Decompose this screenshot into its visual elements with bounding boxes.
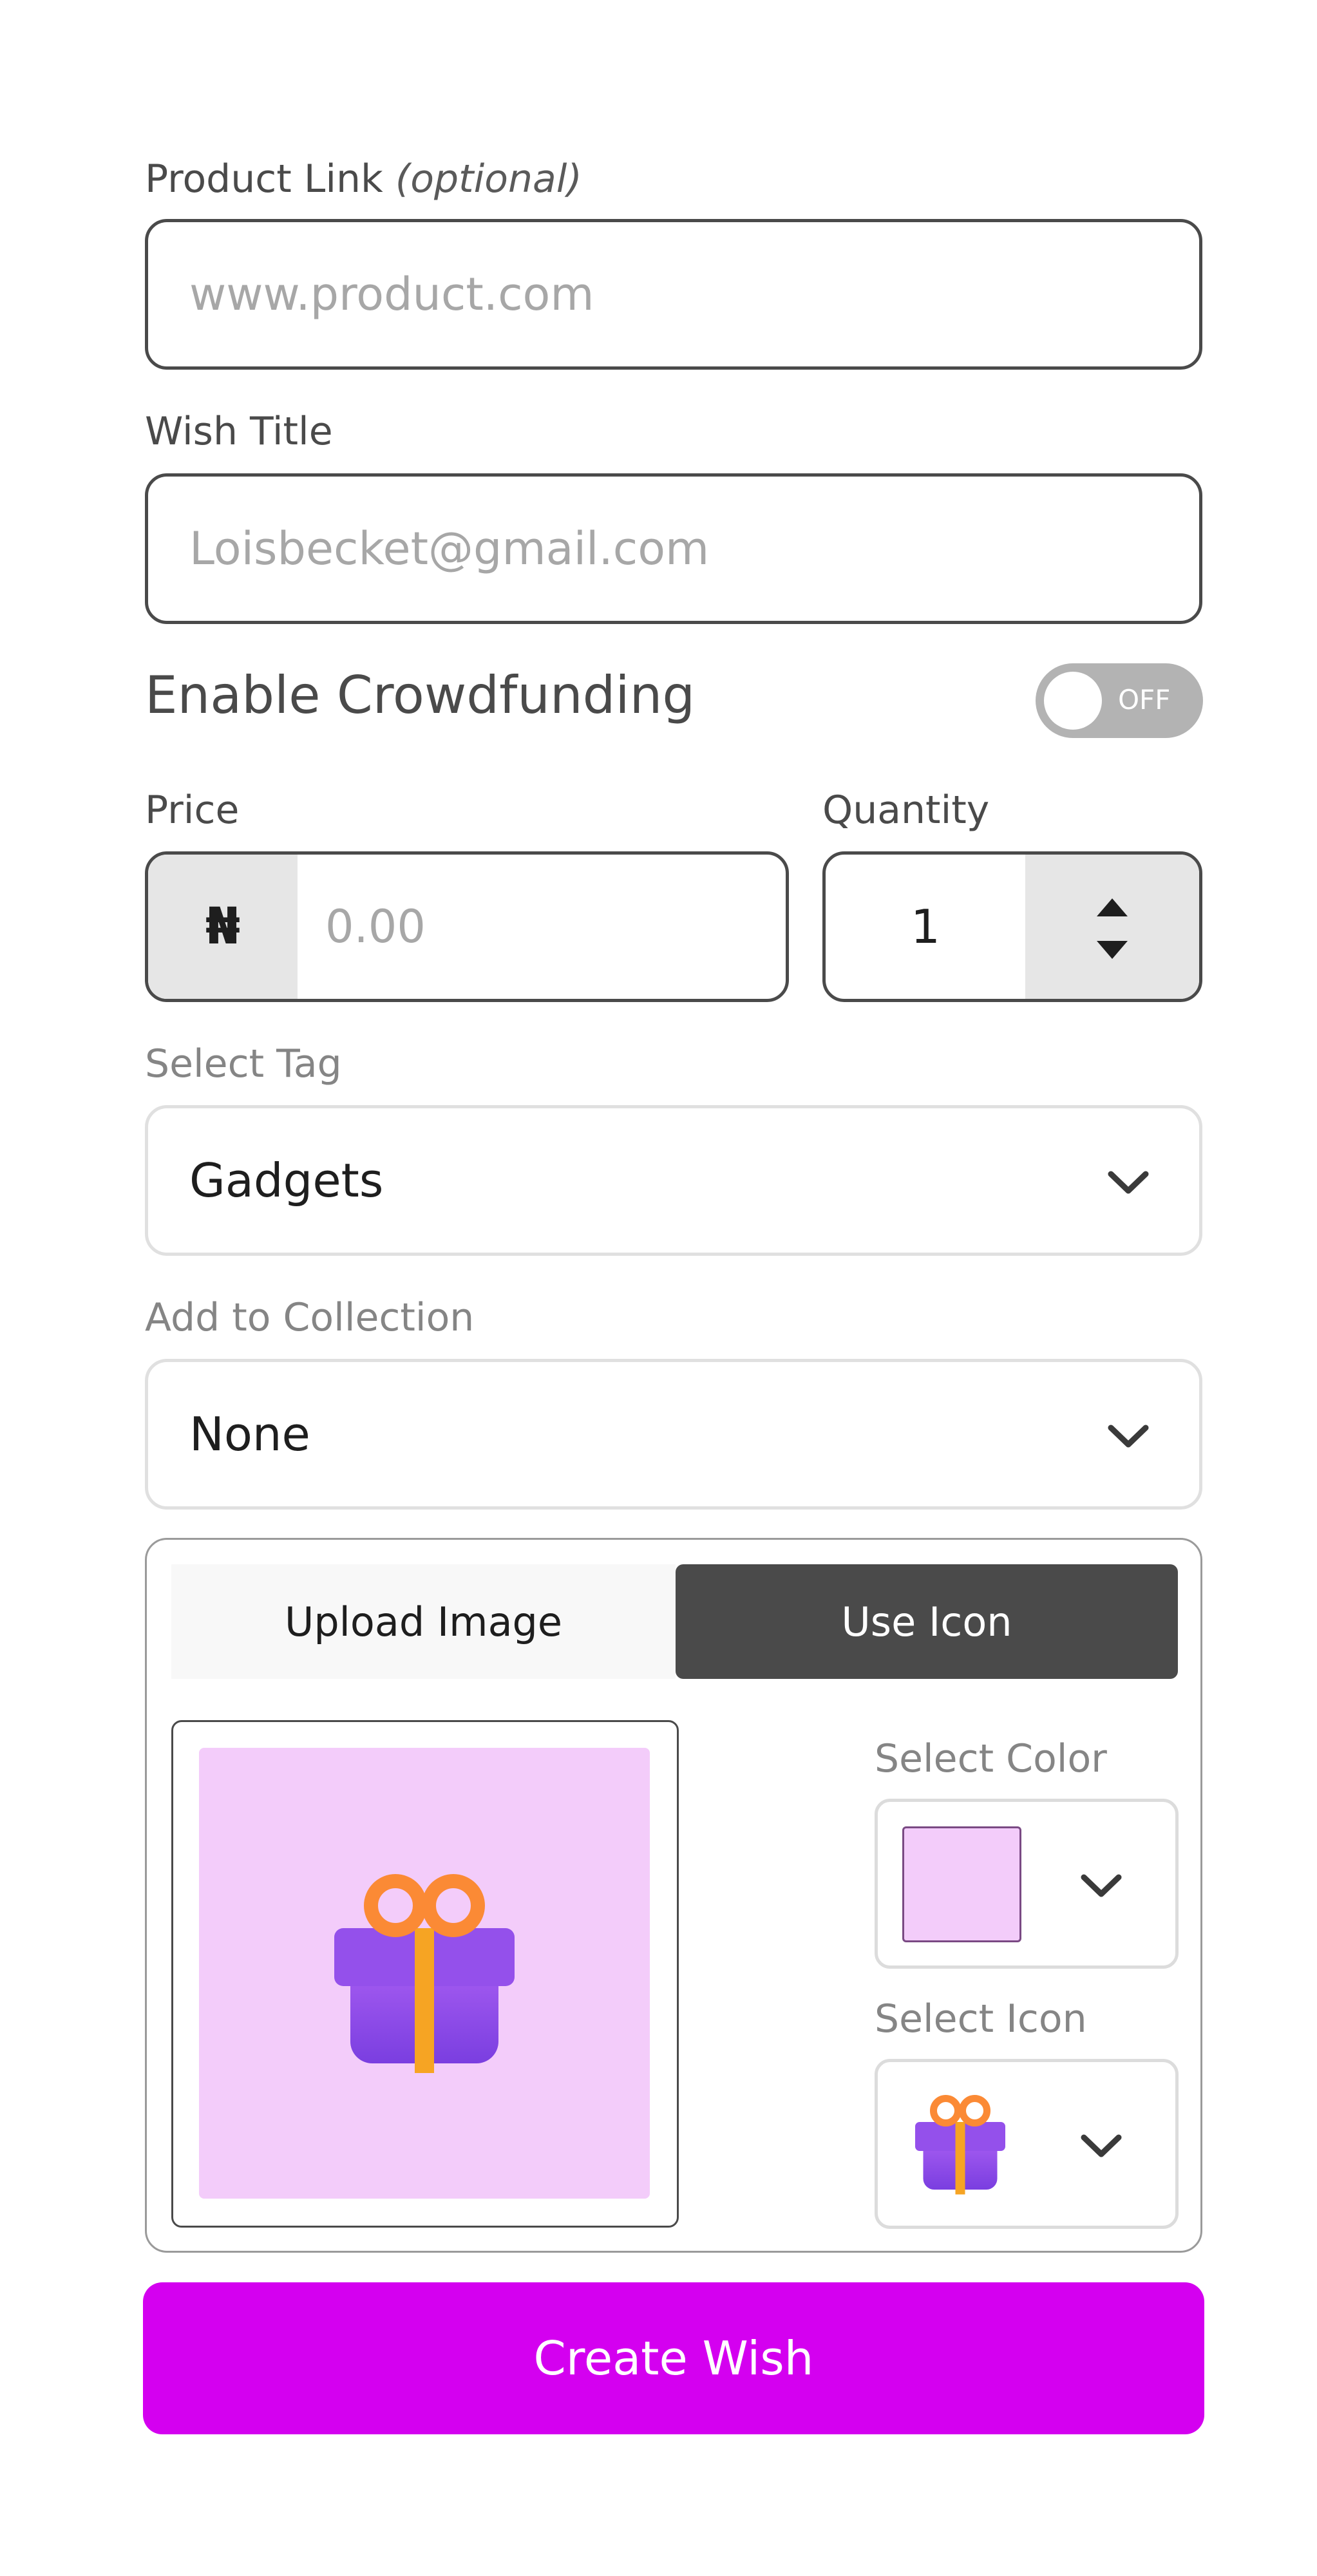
chevron-down-icon <box>1108 1425 1149 1448</box>
wish-title-label: Wish Title <box>145 409 333 454</box>
tag-select[interactable]: Gadgets <box>145 1105 1202 1256</box>
preview-background <box>199 1748 650 2199</box>
color-swatch <box>902 1826 1021 1942</box>
price-label: Price <box>145 788 240 833</box>
tab-use-icon[interactable]: Use Icon <box>676 1564 1178 1679</box>
product-link-input[interactable]: www.product.com <box>145 219 1202 370</box>
optional-note: (optional) <box>395 156 582 202</box>
decrement-icon[interactable] <box>1093 937 1132 963</box>
media-panel: Upload Image Use Icon Select Color Selec… <box>145 1538 1202 2253</box>
color-label: Select Color <box>875 1736 1107 1781</box>
price-input[interactable]: 0.00 <box>325 855 426 999</box>
chevron-down-icon <box>1108 1171 1149 1194</box>
chevron-down-icon <box>1081 1874 1122 1897</box>
crowdfunding-label: Enable Crowdfunding <box>145 665 696 725</box>
stepper-controls <box>1025 855 1199 999</box>
icon-select[interactable] <box>875 2059 1179 2229</box>
wish-title-placeholder: Loisbecket@gmail.com <box>189 522 710 575</box>
toggle-knob <box>1044 672 1102 730</box>
wish-title-input[interactable]: Loisbecket@gmail.com <box>145 473 1202 624</box>
collection-label: Add to Collection <box>145 1295 475 1340</box>
product-link-label-text: Product Link <box>145 156 383 202</box>
price-field[interactable]: ₦ 0.00 <box>145 851 789 1002</box>
color-select[interactable] <box>875 1799 1179 1969</box>
collection-selected-value: None <box>189 1407 310 1461</box>
quantity-label: Quantity <box>822 788 990 833</box>
chevron-down-icon <box>1081 2134 1122 2157</box>
create-wish-button[interactable]: Create Wish <box>143 2282 1204 2434</box>
icon-label: Select Icon <box>875 1996 1087 2041</box>
currency-symbol: ₦ <box>148 855 298 999</box>
gift-icon <box>915 2095 1005 2195</box>
tab-upload-image[interactable]: Upload Image <box>171 1564 676 1679</box>
toggle-state-text: OFF <box>1118 684 1171 715</box>
product-link-label: Product Link (optional) <box>145 160 582 198</box>
quantity-stepper[interactable]: 1 <box>822 851 1202 1002</box>
icon-preview <box>171 1720 679 2228</box>
increment-icon[interactable] <box>1093 895 1132 920</box>
collection-select[interactable]: None <box>145 1359 1202 1510</box>
gift-icon <box>334 1874 515 2073</box>
tag-selected-value: Gadgets <box>189 1153 384 1208</box>
crowdfunding-toggle[interactable]: OFF <box>1036 663 1203 738</box>
quantity-value[interactable]: 1 <box>826 855 1025 999</box>
tag-label: Select Tag <box>145 1041 342 1086</box>
product-link-placeholder: www.product.com <box>189 268 594 321</box>
